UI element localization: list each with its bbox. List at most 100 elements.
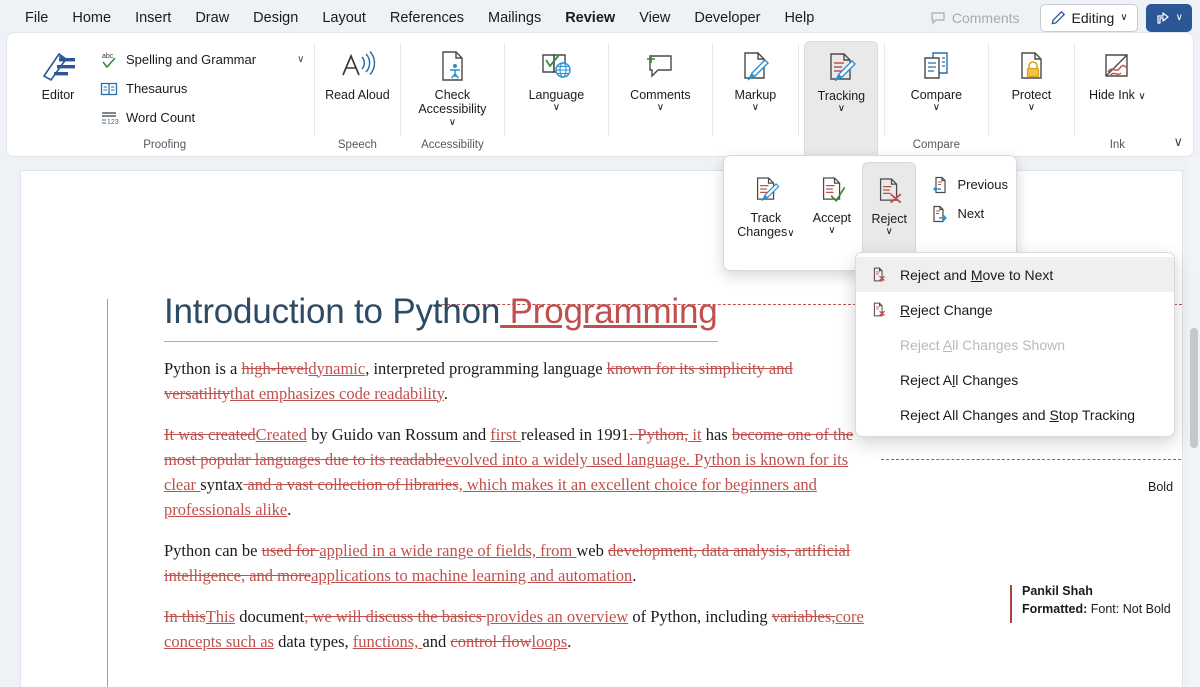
menu-item-reject-all-changes-and-stop-tracking[interactable]: Reject All Changes and Stop Tracking <box>856 397 1174 432</box>
page-title: Introduction to Python Programming <box>164 292 718 342</box>
check-accessibility-button[interactable]: Check Accessibility ∨ <box>406 41 498 130</box>
ribbon-group-tracking: Tracking ∨ <box>798 37 884 160</box>
ribbon-tab-review[interactable]: Review <box>554 6 626 35</box>
editor-button[interactable]: Editor <box>21 41 95 104</box>
menu-item-label: Reject All Changes and Stop Tracking <box>900 406 1136 423</box>
run-text: , interpreted programming language <box>365 358 607 378</box>
comments-ribbon-label: Comments ∨ <box>630 88 691 114</box>
compare-button[interactable]: Compare ∨ <box>890 41 982 115</box>
accept-button-label: Accept ∨ <box>812 211 852 237</box>
run-deleted: variables, <box>771 607 836 627</box>
run-text: data types, <box>273 632 353 652</box>
run-inserted: functions, <box>352 632 423 652</box>
ribbon-tab-view[interactable]: View <box>628 6 681 30</box>
comments-button[interactable]: Comments <box>918 5 1032 31</box>
ribbon-tab-home[interactable]: Home <box>61 6 122 30</box>
menu-item-label: Reject All Changes Shown <box>900 336 1066 353</box>
hide-ink-label: Hide Ink ∨ <box>1089 88 1146 102</box>
editor-pencil-icon <box>37 45 79 87</box>
ribbon-tab-file[interactable]: File <box>14 6 59 30</box>
run-deleted: It was created <box>164 424 256 444</box>
language-label: Language ∨ <box>528 88 585 114</box>
group-label-proofing: Proofing <box>143 139 187 151</box>
track-changes-icon <box>749 168 783 210</box>
menu-item-reject-all-changes[interactable]: Reject All Changes <box>856 362 1174 397</box>
chevron-down-icon: ∨ <box>1120 12 1128 23</box>
run-deleted: In this <box>164 607 206 627</box>
menu-item-label: Reject All Changes <box>900 371 1019 388</box>
language-button[interactable]: Language ∨ <box>510 41 602 115</box>
ribbon-tab-design[interactable]: Design <box>242 6 309 30</box>
ribbon-group-language: Language ∨ <box>504 37 608 156</box>
markup-button[interactable]: Markup ∨ <box>718 41 792 115</box>
vertical-scrollbar[interactable] <box>1188 158 1200 687</box>
title-kept-text: Introduction to Python <box>164 292 501 331</box>
ribbon-tab-bar: File Home Insert Draw Design Layout Refe… <box>0 0 1200 36</box>
accept-button[interactable]: Accept ∨ <box>802 162 862 270</box>
next-change-button[interactable]: Next <box>926 199 1012 228</box>
run-inserted: applications to machine learning and aut… <box>311 566 633 586</box>
ribbon-tab-references[interactable]: References <box>379 6 475 30</box>
ribbon-panel: Editor abc Spelling and Grammar ∨ Thesau… <box>6 32 1194 160</box>
titlebar-actions: Comments Editing ∨ ∨ <box>918 4 1200 32</box>
compare-label: Compare ∨ <box>910 88 963 114</box>
chevron-down-icon: ∨ <box>751 102 760 114</box>
comments-balloon-icon <box>641 45 679 87</box>
markup-balloon-formatted[interactable]: Pankil Shah Formatted: Font: Not Bold <box>1010 583 1200 623</box>
run-inserted: provides an overview <box>486 607 629 627</box>
run-text: . <box>632 566 637 586</box>
run-deleted: and a vast collection of libraries <box>243 474 459 494</box>
title-inserted-text: Programming <box>500 292 718 331</box>
proofing-small-commands: abc Spelling and Grammar ∨ Thesaurus 123… <box>95 41 308 132</box>
word-count-icon: 123 <box>99 108 119 128</box>
previous-change-label: Previous <box>957 177 1009 192</box>
ribbon-tab-mailings[interactable]: Mailings <box>477 6 552 30</box>
hide-ink-icon <box>1098 45 1136 87</box>
ribbon-tab-developer[interactable]: Developer <box>683 6 771 30</box>
hide-ink-button[interactable]: Hide Ink ∨ <box>1080 41 1154 104</box>
thesaurus-button[interactable]: Thesaurus <box>95 74 308 103</box>
chevron-down-icon: ∨ <box>787 228 795 240</box>
ribbon-tab-insert[interactable]: Insert <box>124 6 182 30</box>
ribbon-group-markup: Markup ∨ <box>712 37 798 156</box>
previous-change-button[interactable]: Previous <box>926 170 1012 199</box>
ribbon-group-compare: Compare ∨ Compare <box>884 37 988 156</box>
run-text: by Guido van Rossum and <box>306 424 491 444</box>
ribbon-tab-layout[interactable]: Layout <box>311 6 377 30</box>
run-inserted: it <box>688 424 702 444</box>
menu-item-reject-change[interactable]: Reject Change <box>856 292 1174 327</box>
read-aloud-button[interactable]: Read Aloud <box>320 41 394 104</box>
ribbon-tab-draw[interactable]: Draw <box>184 6 240 30</box>
paragraph-1: Python is a high-leveldynamic, interpret… <box>164 356 874 406</box>
reject-change-icon <box>870 266 888 283</box>
run-inserted: that emphasizes code readability <box>229 383 444 403</box>
track-changes-button[interactable]: Track Changes∨ <box>730 162 802 270</box>
word-count-button[interactable]: 123 Word Count <box>95 103 308 132</box>
document-body[interactable]: Introduction to Python Programming Pytho… <box>164 292 874 670</box>
reject-button[interactable]: Reject ∨ <box>862 162 917 258</box>
group-label-language <box>510 151 602 156</box>
svg-text:123: 123 <box>107 119 119 126</box>
spelling-grammar-button[interactable]: abc Spelling and Grammar ∨ <box>95 45 308 74</box>
thesaurus-label: Thesaurus <box>126 81 188 96</box>
markup-pen-icon <box>736 45 774 87</box>
chevron-down-icon: ∨ <box>828 225 836 237</box>
check-accessibility-icon <box>433 45 471 87</box>
ribbon-collapse-button[interactable]: ∨ <box>1173 134 1183 150</box>
comments-ribbon-button[interactable]: Comments ∨ <box>614 41 706 115</box>
run-inserted: dynamic <box>308 358 366 378</box>
chevron-down-icon[interactable]: ∨ <box>297 54 304 65</box>
protect-button[interactable]: Protect ∨ <box>994 41 1068 115</box>
thesaurus-book-icon <box>99 79 119 99</box>
menu-item-reject-and-move-to-next[interactable]: Reject and Move to Next <box>856 257 1174 292</box>
menu-item-label: Reject Change <box>900 301 993 318</box>
scrollbar-thumb[interactable] <box>1190 328 1198 448</box>
run-deleted: high-level <box>241 358 309 378</box>
paragraph-3: Python can be used for applied in a wide… <box>164 538 874 588</box>
share-button[interactable]: ∨ <box>1145 4 1192 32</box>
ribbon-tab-help[interactable]: Help <box>773 6 825 30</box>
editing-mode-button[interactable]: Editing ∨ <box>1039 4 1138 32</box>
reject-change-icon <box>872 169 906 211</box>
revision-leader-line-body <box>881 459 1181 460</box>
tracking-button[interactable]: Tracking ∨ <box>804 41 879 160</box>
